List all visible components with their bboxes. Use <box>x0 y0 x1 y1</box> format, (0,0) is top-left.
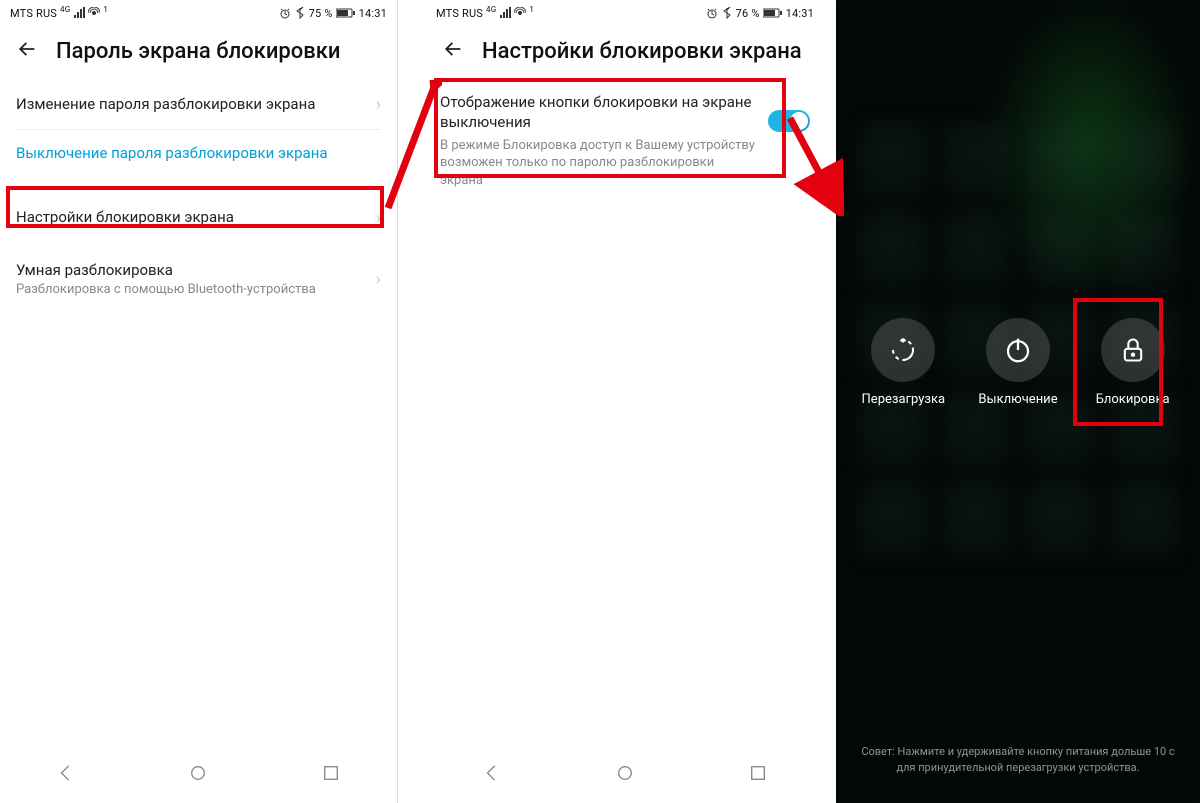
hotspot-icon <box>88 7 100 19</box>
signal-icon <box>73 7 85 19</box>
battery-pct: 76 % <box>736 7 760 20</box>
battery-icon <box>336 7 356 19</box>
row-sub: Разблокировка с помощью Bluetooth-устрой… <box>16 282 316 299</box>
nav-bar <box>0 747 397 803</box>
battery-pct: 75 % <box>309 7 333 20</box>
clock: 14:31 <box>359 7 387 20</box>
option-show-lock-button[interactable]: Отображение кнопки блокировки на экране … <box>426 80 824 201</box>
lock-icon <box>1101 318 1165 382</box>
restart-button[interactable]: Перезагрузка <box>853 318 953 407</box>
alarm-icon <box>279 7 291 19</box>
power-hint: Совет: Нажмите и удерживайте кнопку пита… <box>852 744 1184 775</box>
bluetooth-icon <box>721 7 733 19</box>
screen-lock-settings: MTS RUS 4G 1 76 % 14:31 <box>426 0 824 803</box>
row-label: Настройки блокировки экрана <box>16 208 234 228</box>
row-label: Умная разблокировка <box>16 261 316 281</box>
toggle-switch[interactable] <box>768 110 810 132</box>
chevron-right-icon: › <box>376 269 381 290</box>
hotspot-count: 1 <box>103 5 108 14</box>
header: Пароль экрана блокировки <box>0 26 397 80</box>
power-label: Блокировка <box>1096 392 1170 407</box>
status-bar: MTS RUS 4G 1 76 % 14:31 <box>426 0 824 26</box>
power-icon <box>986 318 1050 382</box>
alarm-icon <box>706 7 718 19</box>
chevron-right-icon: › <box>376 94 381 115</box>
carrier-text: MTS RUS <box>436 7 483 20</box>
screen-password-settings: MTS RUS 4G 1 75 % 14:31 <box>0 0 398 803</box>
header: Настройки блокировки экрана <box>426 26 824 80</box>
hotspot-icon <box>514 7 526 19</box>
option-desc: В режиме Блокировка доступ к Вашему устр… <box>440 137 758 190</box>
carrier-text: MTS RUS <box>10 7 57 20</box>
nav-home-icon[interactable] <box>616 764 634 786</box>
restart-icon <box>871 318 935 382</box>
nav-bar <box>426 747 824 803</box>
row-lock-settings[interactable]: Настройки блокировки экрана › <box>0 194 397 243</box>
clock: 14:31 <box>786 7 814 20</box>
nav-back-icon[interactable] <box>483 764 501 786</box>
chevron-right-icon: › <box>376 208 381 229</box>
nav-recent-icon[interactable] <box>322 764 340 786</box>
row-smart-unlock[interactable]: Умная разблокировка Разблокировка с помо… <box>0 243 397 313</box>
row-change-password[interactable]: Изменение пароля разблокировки экрана › <box>0 80 397 129</box>
bluetooth-icon <box>294 7 306 19</box>
network-type: 4G <box>60 5 70 14</box>
power-menu-row: Перезагрузка Выключение Блокировка <box>836 318 1200 407</box>
signal-icon <box>499 7 511 19</box>
back-icon[interactable] <box>442 38 464 64</box>
page-title: Настройки блокировки экрана <box>482 39 802 64</box>
battery-icon <box>763 7 783 19</box>
network-type: 4G <box>486 5 496 14</box>
page-title: Пароль экрана блокировки <box>56 39 340 64</box>
row-label: Выключение пароля разблокировки экрана <box>16 144 328 164</box>
row-disable-password[interactable]: Выключение пароля разблокировки экрана <box>0 130 397 178</box>
nav-back-icon[interactable] <box>57 764 75 786</box>
power-label: Перезагрузка <box>862 392 946 407</box>
status-bar: MTS RUS 4G 1 75 % 14:31 <box>0 0 397 26</box>
screen-power-menu: Перезагрузка Выключение Блокировка Сов <box>836 0 1200 803</box>
row-label: Изменение пароля разблокировки экрана <box>16 95 315 115</box>
option-title: Отображение кнопки блокировки на экране … <box>440 92 758 133</box>
nav-recent-icon[interactable] <box>749 764 767 786</box>
nav-home-icon[interactable] <box>189 764 207 786</box>
lock-button[interactable]: Блокировка <box>1083 318 1183 407</box>
back-icon[interactable] <box>16 38 38 64</box>
power-label: Выключение <box>978 392 1057 407</box>
hotspot-count: 1 <box>529 5 534 14</box>
poweroff-button[interactable]: Выключение <box>968 318 1068 407</box>
